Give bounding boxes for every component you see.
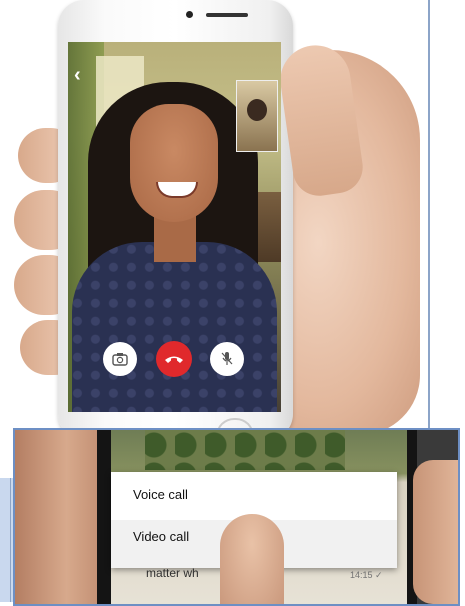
inset-hand-right bbox=[413, 460, 458, 604]
chat-message: matter wh bbox=[146, 566, 199, 580]
back-button[interactable]: ‹ bbox=[74, 64, 81, 87]
chat-timestamp: 14:15 ✓ bbox=[350, 570, 383, 580]
video-call-option[interactable]: Video call bbox=[133, 529, 189, 544]
voice-call-option[interactable]: Voice call bbox=[133, 487, 188, 502]
inset-hand bbox=[15, 430, 101, 604]
mute-button[interactable] bbox=[210, 342, 244, 376]
caller-face bbox=[130, 104, 218, 222]
self-view-thumbnail[interactable] bbox=[236, 80, 278, 152]
switch-camera-button[interactable] bbox=[103, 342, 137, 376]
page-frame-line-left bbox=[10, 478, 11, 602]
self-view-face bbox=[247, 99, 267, 121]
caller-shirt bbox=[72, 242, 277, 412]
tapping-finger bbox=[220, 514, 284, 604]
call-menu-inset: matter wh 14:15 ✓ Voice call Video call bbox=[13, 428, 460, 606]
end-call-button[interactable] bbox=[156, 341, 192, 377]
microphone-mute-icon bbox=[221, 352, 233, 365]
earpiece-speaker bbox=[206, 13, 248, 17]
end-call-icon bbox=[165, 356, 183, 363]
video-call-screen: ‹ bbox=[68, 42, 281, 412]
camera-switch-icon bbox=[112, 353, 128, 366]
front-camera bbox=[186, 11, 193, 18]
chat-wallpaper bbox=[145, 430, 345, 470]
page-frame-line bbox=[428, 0, 430, 430]
